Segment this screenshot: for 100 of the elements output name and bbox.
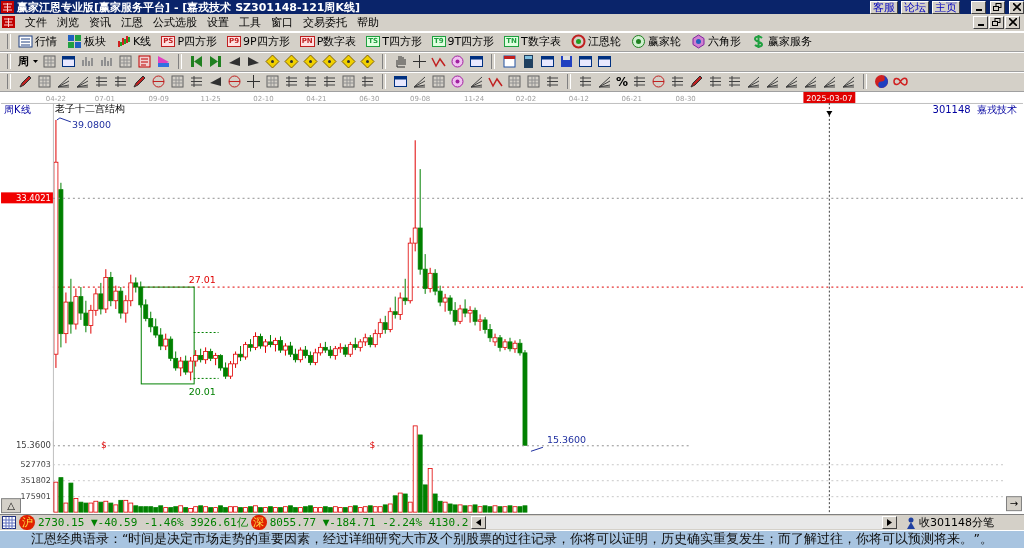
fan-lines-icon[interactable] xyxy=(765,74,781,90)
toolbar-button[interactable]: 赢家轮 xyxy=(647,34,681,50)
parallel-lines-icon[interactable] xyxy=(632,74,648,90)
toolbar-button[interactable]: 赢家服务 xyxy=(767,34,812,50)
menu-item[interactable]: 交易委托 xyxy=(303,15,347,30)
menu-item[interactable]: 浏览 xyxy=(57,15,79,30)
circle-icon[interactable] xyxy=(227,74,242,90)
restore-button[interactable] xyxy=(990,0,1005,14)
toolbar-button[interactable]: 9P四方形 xyxy=(243,34,290,50)
axis-label: 15.3600 xyxy=(15,440,51,451)
menu-item[interactable]: 江恩 xyxy=(121,15,143,30)
parallel-lines-icon[interactable] xyxy=(284,74,299,90)
menu-item[interactable]: 资讯 xyxy=(89,15,111,30)
axis-label: 351802 xyxy=(20,476,51,486)
volume-toggle-button[interactable]: △ xyxy=(1,498,21,513)
window-icon[interactable] xyxy=(540,54,555,70)
parallel-lines-icon[interactable] xyxy=(578,74,593,90)
minimize-button[interactable] xyxy=(973,16,988,29)
fan-lines-icon[interactable] xyxy=(597,74,612,90)
window-icon[interactable] xyxy=(597,54,612,70)
fan-lines-icon[interactable] xyxy=(56,74,71,90)
parallel-lines-icon[interactable] xyxy=(322,74,337,90)
fan-lines-icon[interactable] xyxy=(784,74,800,90)
bar xyxy=(342,507,348,513)
toolbar-button[interactable]: T四方形 xyxy=(382,34,422,50)
flower-icon[interactable] xyxy=(450,54,465,70)
toolbar-button[interactable]: P数字表 xyxy=(316,34,357,50)
restore-button[interactable] xyxy=(989,16,1004,29)
flower-icon[interactable] xyxy=(450,74,465,90)
parallel-lines-icon[interactable] xyxy=(360,74,375,90)
menu-item[interactable]: 帮助 xyxy=(357,15,379,30)
period-button[interactable]: 周 xyxy=(18,54,29,70)
scroll-right-button[interactable]: → xyxy=(1006,496,1022,511)
parallel-lines-icon[interactable] xyxy=(94,74,109,90)
toolbar-button[interactable]: 板块 xyxy=(84,34,106,50)
calendar-icon[interactable] xyxy=(2,516,16,529)
menu-item[interactable]: 文件 xyxy=(25,15,47,30)
diamond-icon[interactable] xyxy=(303,54,318,70)
candlestick xyxy=(457,304,463,325)
minimize-button[interactable] xyxy=(971,0,986,14)
fan-lines-icon[interactable] xyxy=(803,74,819,90)
candlestick xyxy=(68,278,74,335)
header-link[interactable]: 论坛 xyxy=(901,0,929,14)
level-label: 20.01 xyxy=(188,386,216,398)
window-icon[interactable] xyxy=(61,54,76,70)
parallel-lines-icon[interactable] xyxy=(708,74,724,90)
scrollbar[interactable] xyxy=(471,516,897,529)
fan-lines-icon[interactable] xyxy=(746,74,762,90)
calculator-icon[interactable] xyxy=(521,54,536,70)
diamond-icon[interactable] xyxy=(341,54,356,70)
fan-lines-icon[interactable] xyxy=(841,74,857,90)
pen-icon[interactable] xyxy=(132,74,147,90)
circle-icon[interactable] xyxy=(651,74,667,90)
diamond-icon[interactable] xyxy=(284,54,299,70)
parallel-lines-icon[interactable] xyxy=(545,74,560,90)
menu-item[interactable]: 公式选股 xyxy=(153,15,197,30)
diamond-icon[interactable] xyxy=(360,54,375,70)
header-link[interactable]: 主页 xyxy=(932,0,960,14)
cursor-arrow-icon xyxy=(826,110,833,116)
period-label: 周K线 xyxy=(4,103,31,115)
toolbar-button[interactable]: K线 xyxy=(133,34,152,50)
menu-item[interactable]: 工具 xyxy=(239,15,261,30)
diamond-icon[interactable] xyxy=(265,54,280,70)
parallel-lines-icon[interactable] xyxy=(303,74,318,90)
crosshair-icon[interactable] xyxy=(246,74,261,90)
flag-icon[interactable] xyxy=(156,54,171,70)
menu-item[interactable]: 设置 xyxy=(207,15,229,30)
fan-lines-icon[interactable] xyxy=(75,74,90,90)
fan-lines-icon[interactable] xyxy=(469,74,484,90)
toolbar-button[interactable]: 六角形 xyxy=(707,34,741,50)
fan-lines-icon[interactable] xyxy=(822,74,838,90)
parallel-lines-icon[interactable] xyxy=(670,74,686,90)
toolbar-button[interactable]: 江恩轮 xyxy=(587,34,621,50)
diamond-icon[interactable] xyxy=(322,54,337,70)
toolbar-button[interactable]: 9T四方形 xyxy=(447,34,495,50)
close-button[interactable] xyxy=(1009,0,1024,14)
fan-lines-icon[interactable] xyxy=(412,74,427,90)
crosshair-icon[interactable] xyxy=(412,54,427,70)
parallel-lines-icon[interactable] xyxy=(189,74,204,90)
header-link[interactable]: 客服 xyxy=(870,0,898,14)
window-icon[interactable] xyxy=(469,54,484,70)
parallel-lines-icon[interactable] xyxy=(727,74,743,90)
yin-yang-icon[interactable] xyxy=(874,74,890,90)
bar xyxy=(238,507,243,513)
close-button[interactable] xyxy=(1005,16,1020,29)
pen-icon[interactable] xyxy=(18,74,33,90)
candlestick xyxy=(108,271,114,307)
bar xyxy=(258,507,263,513)
toolbar-button[interactable]: 行情 xyxy=(35,34,57,50)
parallel-lines-icon[interactable] xyxy=(113,74,128,90)
caret-icon[interactable] xyxy=(33,60,38,64)
candlestick xyxy=(462,298,468,318)
toolbar-button[interactable]: P四方形 xyxy=(177,34,218,50)
circle-icon[interactable] xyxy=(151,74,166,90)
calendar-icon[interactable] xyxy=(502,54,517,70)
toolbar-button[interactable]: T数字表 xyxy=(520,34,561,50)
percent-button[interactable]: % xyxy=(616,74,629,89)
window-icon[interactable] xyxy=(393,74,408,90)
menu-item[interactable]: 窗口 xyxy=(271,15,293,30)
window-icon[interactable] xyxy=(578,54,593,70)
